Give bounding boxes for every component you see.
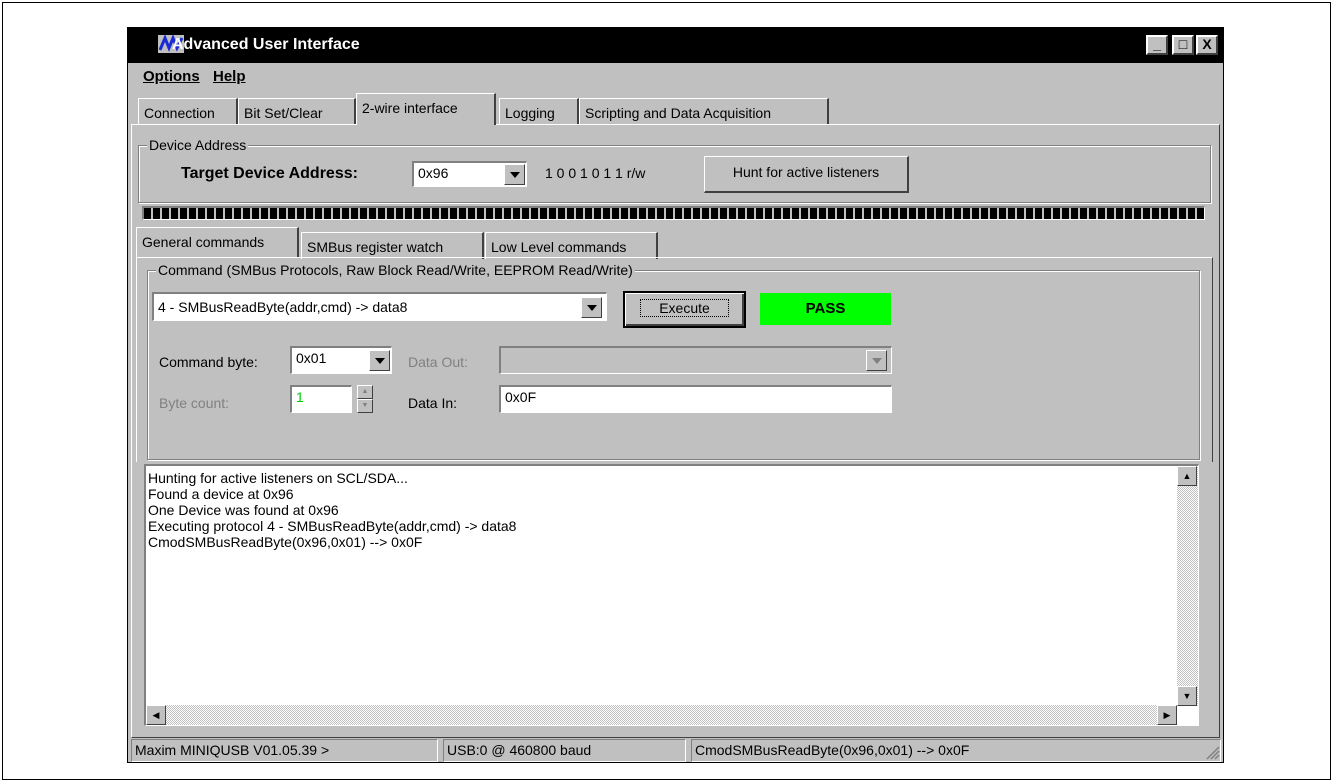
log-line: Hunting for active listeners on SCL/SDA.… [148, 470, 408, 486]
resize-grip-icon[interactable] [1206, 746, 1220, 760]
close-button[interactable]: X [1196, 35, 1218, 55]
title-bar[interactable]: Advanced User Interface _ □ X [128, 28, 1223, 63]
execute-button-label: Execute [640, 299, 729, 317]
horizontal-scrollbar[interactable]: ◀ ▶ [146, 705, 1177, 725]
byte-count-down-icon[interactable]: ▼ [357, 399, 373, 413]
progress-bar [142, 206, 1205, 220]
data-in-value: 0x0F [505, 389, 537, 405]
byte-count-value: 1 [296, 389, 304, 405]
data-out-label: Data Out: [408, 354, 468, 370]
status-pass-badge: PASS [760, 293, 891, 325]
device-address-group: Device Address Target Device Address: 0x… [138, 137, 1211, 203]
scroll-left-icon[interactable]: ◀ [146, 705, 166, 725]
execute-button[interactable]: Execute [623, 291, 746, 328]
scroll-down-icon[interactable]: ▼ [1177, 686, 1197, 706]
menu-help[interactable]: Help [213, 68, 246, 85]
status-pane-usb: USB:0 @ 460800 baud [443, 739, 686, 762]
command-select[interactable]: 4 - SMBusReadByte(addr,cmd) -> data8 [152, 292, 607, 321]
target-address-value: 0x96 [418, 165, 449, 181]
address-bits-text: 1 0 0 1 0 1 1 r/w [545, 165, 646, 181]
log-line: One Device was found at 0x96 [148, 502, 339, 518]
byte-count-up-icon[interactable]: ▲ [357, 385, 373, 399]
log-line: Found a device at 0x96 [148, 486, 294, 502]
command-byte-value: 0x01 [296, 350, 327, 366]
data-out-select[interactable] [499, 346, 892, 374]
app-window: Advanced User Interface _ □ X Options He… [127, 27, 1224, 763]
log-text: Hunting for active listeners on SCL/SDA.… [148, 470, 516, 550]
minimize-button[interactable]: _ [1146, 35, 1168, 55]
status-pane-result: CmodSMBusReadByte(0x96,0x01) --> 0x0F [691, 739, 1221, 762]
command-byte-label: Command byte: [159, 354, 258, 370]
command-byte-dropdown-icon[interactable] [369, 350, 390, 371]
status-pane-device: Maxim MINIQUSB V01.05.39 > [131, 739, 438, 762]
tab-2-wire-interface[interactable]: 2-wire interface [356, 93, 496, 125]
subtab-low-level-commands[interactable]: Low Level commands [485, 232, 658, 259]
data-out-dropdown-icon[interactable] [866, 350, 887, 371]
log-line: CmodSMBusReadByte(0x96,0x01) --> 0x0F [148, 534, 423, 550]
data-in-label: Data In: [408, 395, 458, 411]
maximize-button[interactable]: □ [1172, 35, 1194, 55]
subtab-general-commands[interactable]: General commands [136, 227, 299, 257]
tab-connection[interactable]: Connection [138, 98, 238, 125]
scroll-up-icon[interactable]: ▲ [1177, 466, 1197, 486]
status-bar: Maxim MINIQUSB V01.05.39 > USB:0 @ 46080… [128, 736, 1223, 763]
scroll-right-icon[interactable]: ▶ [1157, 705, 1177, 725]
command-group-legend: Command (SMBus Protocols, Raw Block Read… [156, 262, 635, 278]
menu-help-label: Help [213, 68, 246, 85]
target-address-label: Target Device Address: [181, 165, 358, 182]
device-address-legend: Device Address [147, 137, 249, 153]
command-dropdown-icon[interactable] [581, 297, 602, 318]
command-select-value: 4 - SMBusReadByte(addr,cmd) -> data8 [158, 299, 408, 315]
byte-count-input[interactable]: 1 [290, 385, 352, 413]
vertical-scrollbar[interactable]: ▲ ▼ [1177, 466, 1198, 706]
tab-bit-set-clear[interactable]: Bit Set/Clear [238, 98, 356, 125]
subtab-smbus-register-watch[interactable]: SMBus register watch [301, 232, 484, 259]
window-title: Advanced User Interface [172, 36, 360, 53]
target-address-dropdown-icon[interactable] [504, 164, 525, 185]
log-output[interactable]: Hunting for active listeners on SCL/SDA.… [144, 464, 1199, 726]
menu-bar: Options Help [128, 63, 1223, 89]
tab-scripting[interactable]: Scripting and Data Acquisition [579, 98, 829, 125]
menu-options[interactable]: Options [143, 68, 200, 85]
byte-count-label: Byte count: [159, 395, 230, 411]
hunt-listeners-button[interactable]: Hunt for active listeners [704, 156, 909, 193]
data-in-field[interactable]: 0x0F [499, 385, 892, 413]
menu-options-label: Options [143, 68, 200, 85]
tab-logging[interactable]: Logging [499, 98, 579, 125]
log-line: Executing protocol 4 - SMBusReadByte(add… [148, 518, 517, 534]
